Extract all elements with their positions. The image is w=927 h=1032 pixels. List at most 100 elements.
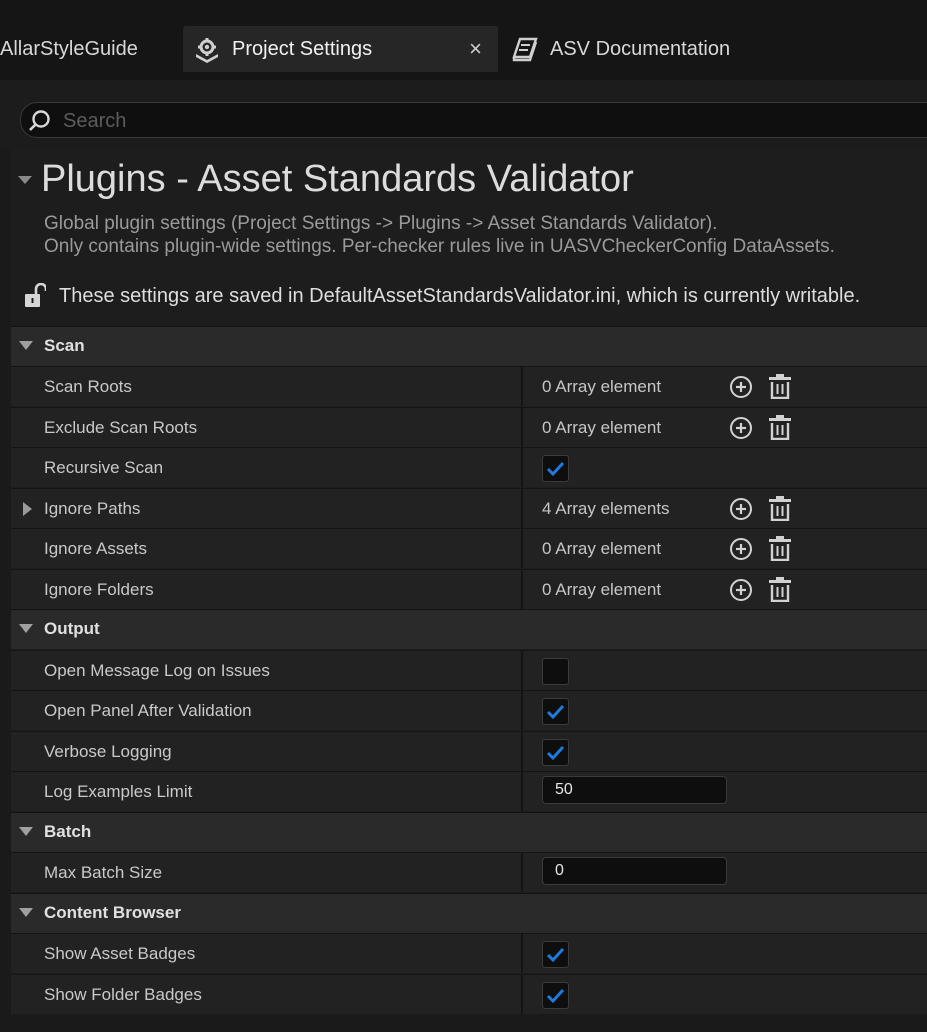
section-description: Global plugin settings (Project Settings… [44, 212, 835, 258]
array-count: 0 Array element [542, 418, 662, 437]
property-label: Recursive Scan [44, 458, 164, 477]
property-label: Log Examples Limit [44, 782, 193, 801]
property-label: Scan Roots [44, 377, 132, 396]
show-folder-badges-checkbox[interactable] [542, 982, 569, 1009]
log-examples-limit-input[interactable] [542, 776, 727, 804]
property-row-log-examples-limit: Log Examples Limit [11, 771, 927, 811]
add-element-icon[interactable] [729, 416, 753, 440]
array-count: 0 Array element [542, 580, 662, 599]
description-line: Global plugin settings (Project Settings… [44, 213, 718, 234]
property-label: Ignore Paths [44, 499, 141, 518]
property-label: Exclude Scan Roots [44, 418, 198, 437]
property-row-max-batch-size: Max Batch Size [11, 852, 927, 892]
search-input[interactable] [61, 103, 925, 139]
array-count: 4 Array elements [542, 499, 670, 518]
property-row-scan-roots: Scan Roots 0 Array element [11, 366, 927, 406]
trash-icon[interactable] [768, 414, 792, 440]
search-field[interactable] [20, 102, 927, 139]
tab-label: Project Settings [232, 37, 373, 60]
column-splitter[interactable] [521, 691, 523, 730]
page-title: Plugins - Asset Standards Validator [41, 158, 634, 200]
show-asset-badges-checkbox[interactable] [542, 941, 569, 968]
collapse-caret-icon[interactable] [19, 827, 33, 836]
config-file-notice: These settings are saved in DefaultAsset… [24, 280, 860, 312]
tab-label: ASV Documentation [550, 37, 731, 60]
property-row-open-message-log: Open Message Log on Issues [11, 650, 927, 690]
trash-icon[interactable] [768, 576, 792, 602]
property-label: Show Asset Badges [44, 944, 196, 963]
open-message-log-checkbox[interactable] [542, 658, 569, 685]
property-label: Max Batch Size [44, 863, 163, 882]
property-row-recursive-scan: Recursive Scan [11, 447, 927, 487]
array-count: 0 Array element [542, 539, 662, 558]
tab-asv-documentation[interactable]: ASV Documentation [512, 26, 730, 72]
property-row-show-folder-badges: Show Folder Badges [11, 974, 927, 1014]
category-output[interactable]: Output [11, 609, 927, 649]
max-batch-size-input[interactable] [542, 857, 727, 885]
column-splitter[interactable] [521, 651, 523, 690]
checkmark-icon [546, 704, 565, 720]
add-element-icon[interactable] [729, 375, 753, 399]
tab-label: AllarStyleGuide [0, 37, 138, 60]
section-header[interactable]: Plugins - Asset Standards Validator [11, 152, 927, 208]
collapse-caret-icon[interactable] [19, 624, 33, 633]
property-row-show-asset-badges: Show Asset Badges [11, 933, 927, 973]
open-panel-checkbox[interactable] [542, 698, 569, 725]
gear-icon [196, 38, 218, 63]
unlocked-lock-icon[interactable] [24, 283, 46, 309]
close-icon[interactable]: × [469, 37, 482, 61]
property-row-ignore-assets: Ignore Assets 0 Array element [11, 528, 927, 568]
search-icon [29, 110, 50, 131]
column-splitter[interactable] [521, 367, 523, 406]
checkmark-icon [546, 947, 565, 963]
column-splitter[interactable] [521, 489, 523, 528]
expand-arrow-icon[interactable] [23, 502, 32, 516]
column-splitter[interactable] [521, 934, 523, 973]
property-row-ignore-folders: Ignore Folders 0 Array element [11, 569, 927, 609]
trash-icon[interactable] [768, 535, 792, 561]
collapse-caret-icon[interactable] [19, 908, 33, 917]
collapse-caret-icon[interactable] [19, 341, 33, 350]
property-row-ignore-paths: Ignore Paths 4 Array elements [11, 488, 927, 528]
category-label: Batch [44, 822, 92, 841]
property-label: Open Message Log on Issues [44, 661, 270, 680]
trash-icon[interactable] [768, 495, 792, 521]
column-splitter[interactable] [521, 732, 523, 771]
collapse-caret-icon[interactable] [18, 176, 32, 184]
trash-icon[interactable] [768, 373, 792, 399]
notice-text: These settings are saved in DefaultAsset… [59, 284, 861, 307]
description-line: Only contains plugin-wide settings. Per-… [44, 236, 835, 257]
property-label: Ignore Folders [44, 580, 154, 599]
category-scan[interactable]: Scan [11, 326, 927, 366]
column-splitter[interactable] [521, 408, 523, 447]
column-splitter[interactable] [521, 570, 523, 609]
recursive-scan-checkbox[interactable] [542, 455, 569, 482]
property-row-open-panel-after-validation: Open Panel After Validation [11, 690, 927, 730]
add-element-icon[interactable] [729, 578, 753, 602]
checkmark-icon [546, 745, 565, 761]
column-splitter[interactable] [521, 975, 523, 1014]
property-label: Open Panel After Validation [44, 701, 252, 720]
checkmark-icon [546, 461, 565, 477]
array-count: 0 Array element [542, 377, 662, 396]
column-splitter[interactable] [521, 853, 523, 892]
property-label: Show Folder Badges [44, 985, 202, 1004]
column-splitter[interactable] [521, 772, 523, 811]
tab-allar-style-guide[interactable]: AllarStyleGuide [0, 26, 138, 72]
book-icon [512, 37, 538, 62]
category-content-browser[interactable]: Content Browser [11, 893, 927, 933]
property-label: Ignore Assets [44, 539, 148, 558]
property-row-verbose-logging: Verbose Logging [11, 731, 927, 771]
add-element-icon[interactable] [729, 497, 753, 521]
column-splitter[interactable] [521, 448, 523, 487]
category-label: Content Browser [44, 903, 181, 922]
verbose-logging-checkbox[interactable] [542, 739, 569, 766]
category-label: Scan [44, 336, 85, 355]
add-element-icon[interactable] [729, 537, 753, 561]
column-splitter[interactable] [521, 529, 523, 568]
property-label: Verbose Logging [44, 742, 172, 761]
category-batch[interactable]: Batch [11, 812, 927, 852]
property-row-exclude-scan-roots: Exclude Scan Roots 0 Array element [11, 407, 927, 447]
tab-bar: AllarStyleGuide Project Settings × ASV D… [0, 0, 927, 80]
tab-project-settings[interactable]: Project Settings × [183, 26, 498, 72]
